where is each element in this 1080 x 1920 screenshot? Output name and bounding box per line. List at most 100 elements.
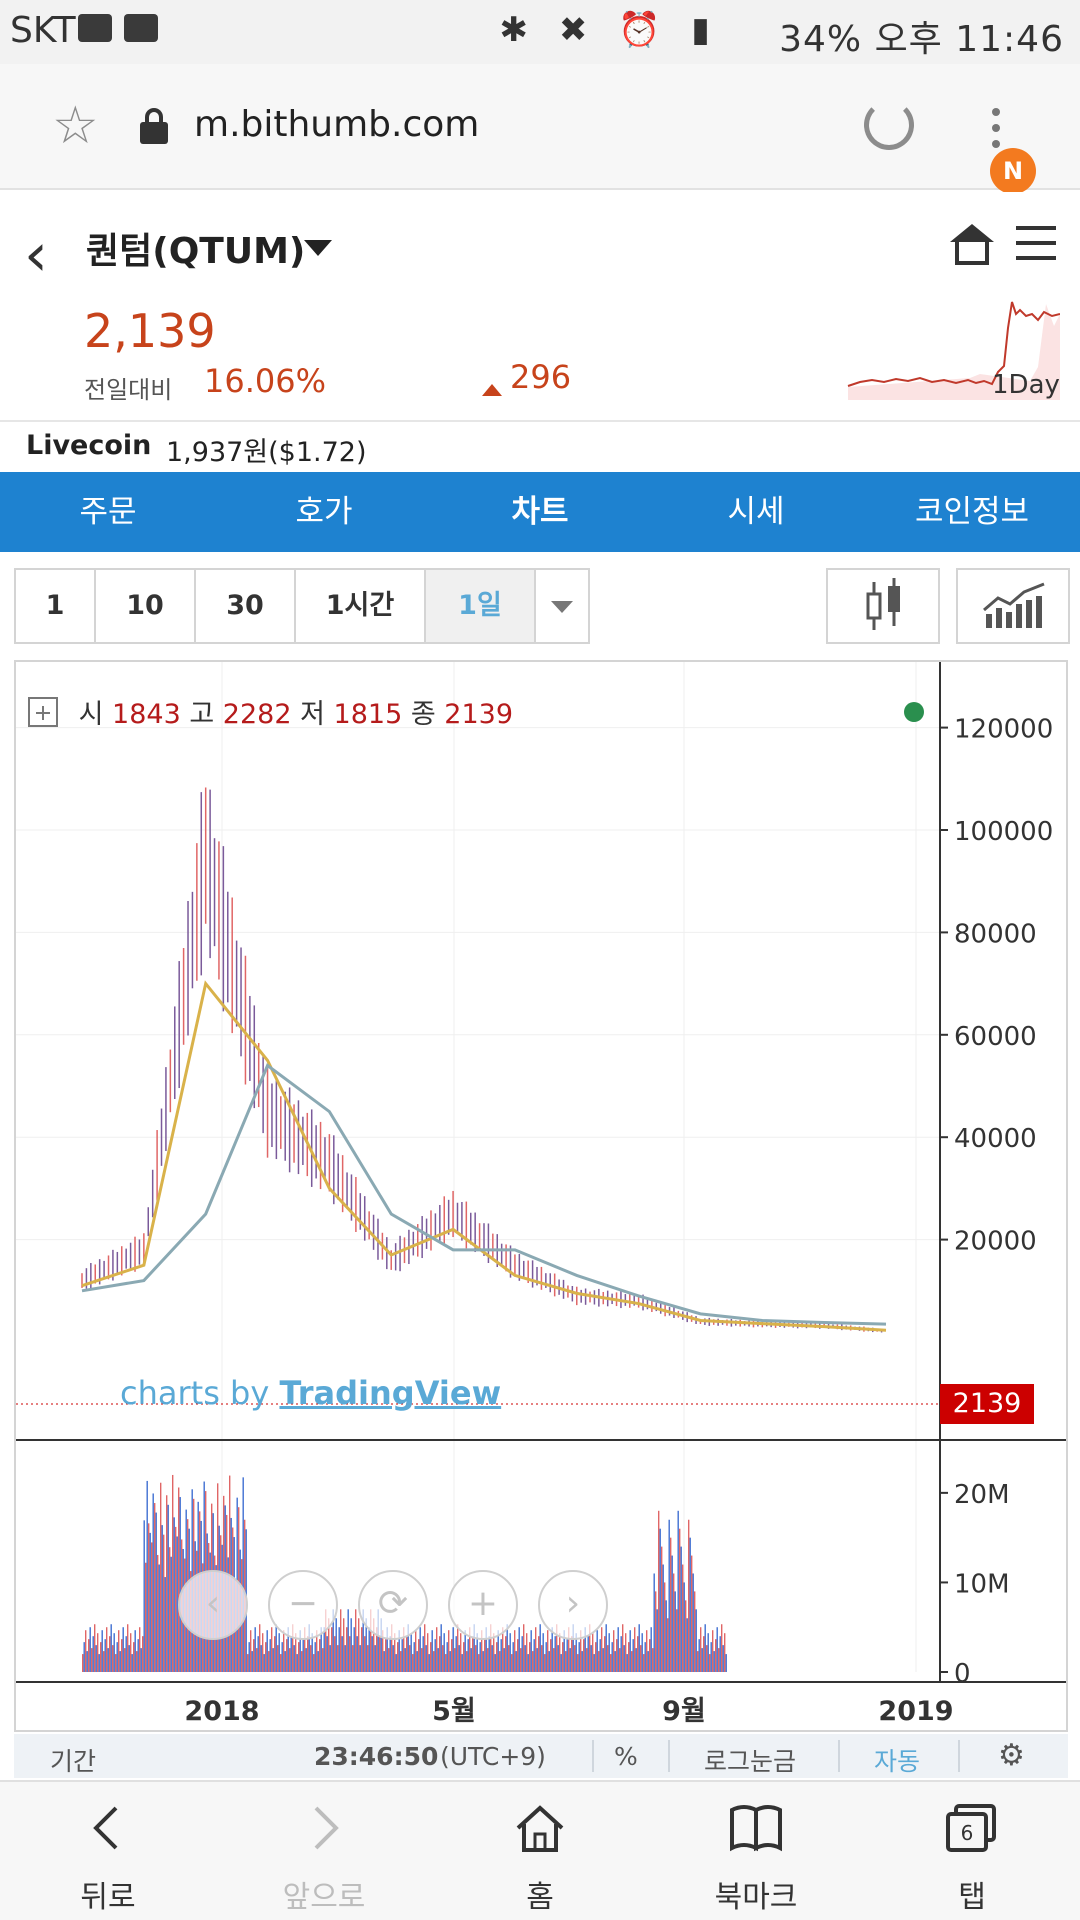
- volume-bar: [151, 1542, 153, 1672]
- hamburger-menu-icon[interactable]: [1016, 226, 1056, 271]
- log-scale-button[interactable]: 로그눈금: [704, 1742, 796, 1778]
- back-arrow-icon[interactable]: ‹: [24, 220, 48, 290]
- tab-order[interactable]: 주문: [0, 472, 216, 552]
- volume-bar: [307, 1636, 309, 1672]
- url-field[interactable]: m.bithumb.com: [194, 104, 479, 145]
- volume-bar: [161, 1525, 163, 1672]
- volume-bar: [431, 1630, 433, 1672]
- tradingview-watermark[interactable]: charts by TradingView: [120, 1374, 501, 1412]
- interval-1day[interactable]: 1일: [426, 570, 536, 642]
- volume-bar: [541, 1645, 543, 1672]
- volume-bar: [464, 1630, 466, 1672]
- volume-bar: [419, 1627, 421, 1672]
- volume-bar: [103, 1651, 105, 1672]
- volume-bar: [487, 1648, 489, 1672]
- volume-bar: [368, 1627, 370, 1672]
- volume-bar: [544, 1654, 546, 1672]
- volume-bar: [692, 1573, 694, 1672]
- nav-tabs-button[interactable]: 6 탭: [864, 1782, 1080, 1920]
- reload-icon[interactable]: [864, 100, 914, 150]
- timezone-label[interactable]: (UTC+9): [440, 1742, 546, 1771]
- zoom-in-button[interactable]: +: [448, 1570, 518, 1640]
- volume-bar: [277, 1645, 279, 1672]
- volume-bar: [461, 1654, 463, 1672]
- volume-bar: [145, 1562, 147, 1672]
- volume-bar: [571, 1636, 573, 1672]
- volume-bar: [326, 1636, 328, 1672]
- nav-bookmark-button[interactable]: 북마크: [648, 1782, 864, 1920]
- volume-bar: [535, 1627, 537, 1672]
- y-tick-label: 20000: [954, 1227, 1037, 1257]
- profile-badge[interactable]: N: [990, 148, 1036, 194]
- tab-count: 6: [961, 1821, 974, 1845]
- nav-home-button[interactable]: 홈: [432, 1782, 648, 1920]
- nav-forward-button[interactable]: 앞으로: [216, 1782, 432, 1920]
- volume-bar: [412, 1654, 414, 1672]
- interval-selector: 1 10 30 1시간 1일: [14, 568, 590, 644]
- gallery-icon: [78, 14, 112, 42]
- volume-bar: [520, 1648, 522, 1672]
- volume-bar: [350, 1618, 352, 1672]
- scroll-left-button[interactable]: ‹: [178, 1570, 248, 1640]
- home-icon[interactable]: [950, 224, 994, 265]
- volume-bar: [445, 1654, 447, 1672]
- volume-bar: [128, 1645, 130, 1672]
- volume-bar: [530, 1630, 532, 1672]
- tab-orderbook[interactable]: 호가: [216, 472, 432, 552]
- tab-market-price[interactable]: 시세: [648, 472, 864, 552]
- reset-chart-button[interactable]: ⟳: [358, 1570, 428, 1640]
- volume-bar: [443, 1633, 445, 1672]
- nav-back-button[interactable]: 뒤로: [0, 1782, 216, 1920]
- coin-name[interactable]: 퀀텀(QTUM): [86, 222, 305, 274]
- expand-legend-icon[interactable]: [28, 697, 58, 727]
- interval-10min[interactable]: 10: [96, 570, 196, 642]
- volume-bar: [451, 1639, 453, 1672]
- volume-bar: [463, 1642, 465, 1672]
- tab-chart[interactable]: 차트: [432, 472, 648, 552]
- carrier-label: SKT: [10, 10, 76, 51]
- volume-bar: [94, 1624, 96, 1672]
- volume-bar: [311, 1633, 313, 1672]
- settings-gear-icon[interactable]: ⚙: [998, 1738, 1025, 1773]
- volume-bar: [283, 1630, 285, 1672]
- bookmark-star-icon[interactable]: ☆: [52, 96, 99, 156]
- interval-1hour[interactable]: 1시간: [296, 570, 426, 642]
- volume-bar: [680, 1546, 682, 1672]
- interval-1min[interactable]: 1: [16, 570, 96, 642]
- price-change: 296: [510, 358, 572, 396]
- volume-bar: [613, 1630, 615, 1672]
- scroll-right-button[interactable]: ›: [538, 1570, 608, 1640]
- volume-bar: [101, 1630, 103, 1672]
- ohlc-low: 1815: [333, 699, 403, 730]
- auto-scale-button[interactable]: 자동: [874, 1742, 920, 1778]
- volume-bar: [586, 1648, 588, 1672]
- tab-coin-info[interactable]: 코인정보: [864, 472, 1080, 552]
- volume-bar: [371, 1636, 373, 1672]
- volume-bar: [338, 1627, 340, 1672]
- browser-url-bar: ☆ m.bithumb.com N: [0, 64, 1080, 194]
- price-chart[interactable]: 20000 40000 60000 80000 100000 120000 2018 5월 9월…: [14, 660, 1068, 1732]
- x-tick-label: 2018: [184, 1696, 259, 1727]
- candlestick-chart-button[interactable]: [826, 568, 940, 644]
- volume-bar: [682, 1564, 684, 1672]
- zoom-out-button[interactable]: −: [268, 1570, 338, 1640]
- indicator-button[interactable]: [956, 568, 1070, 644]
- volume-bar: [91, 1648, 93, 1672]
- percent-scale-button[interactable]: %: [614, 1742, 638, 1771]
- exchange-price: 1,937원($1.72): [166, 437, 367, 468]
- period-button[interactable]: 기간: [50, 1742, 96, 1778]
- volume-bar: [401, 1639, 403, 1672]
- volume-bar: [694, 1591, 696, 1672]
- volume-bar: [359, 1645, 361, 1672]
- interval-30min[interactable]: 30: [196, 570, 296, 642]
- volume-bar: [358, 1618, 360, 1672]
- interval-dropdown[interactable]: [536, 570, 588, 642]
- y-tick-label: 60000: [954, 1022, 1037, 1052]
- coin-dropdown-icon[interactable]: [304, 240, 332, 256]
- volume-bar: [706, 1645, 708, 1672]
- volume-bar: [661, 1546, 663, 1672]
- volume-bar: [242, 1477, 244, 1672]
- volume-bar: [592, 1633, 594, 1672]
- indicator-icon: [983, 582, 1045, 628]
- volume-bar: [319, 1639, 321, 1672]
